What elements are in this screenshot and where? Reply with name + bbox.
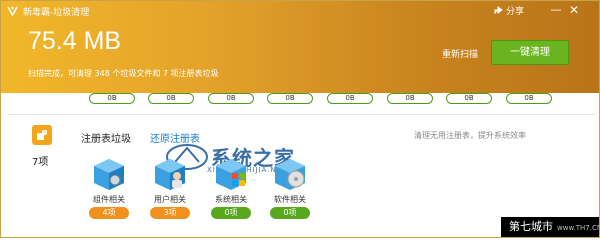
scan-summary-text: 扫描完成，可清理 348 个垃圾文件和 7 项注册表垃圾 [28,69,219,78]
item-system[interactable]: 系统相关 0项 [203,156,259,222]
item-count-badge: 0项 [211,207,251,219]
size-pill: 0B [267,93,313,104]
section-divider [7,114,595,115]
item-count-badge: 3项 [150,207,190,219]
size-pill: 0B [327,93,373,104]
category-count: 7项 [32,157,49,168]
corner-watermark-url: www.TH7.CN [557,224,600,232]
size-pill: 0B [148,93,194,104]
share-button[interactable]: 分享 [494,4,524,17]
size-pill: 0B [446,93,492,104]
title-bar: 新毒霸-垃圾清理 分享 — ✕ [1,1,599,21]
size-pill: 0B [89,93,135,104]
share-icon [494,6,503,14]
tab-registry-junk[interactable]: 注册表垃圾 [81,130,131,145]
corner-watermark: 第七城市 www.TH7.CN [501,217,599,237]
close-button[interactable]: ✕ [567,3,581,17]
junk-size-value: 75.4 MB [28,27,122,55]
item-label: 用户相关 [154,195,186,204]
user-cube-icon [155,159,185,190]
item-software[interactable]: 软件相关 0项 [262,156,318,222]
software-disc-icon [275,159,305,190]
item-label: 组件相关 [93,195,125,204]
component-cube-icon [94,159,124,190]
size-pill: 0B [208,93,254,104]
item-user[interactable]: 用户相关 3项 [142,156,198,222]
item-label: 软件相关 [274,195,306,204]
size-pill: 0B [506,93,552,104]
window-title: 新毒霸-垃圾清理 [23,8,90,18]
item-label: 系统相关 [215,195,247,204]
item-component[interactable]: 组件相关 4项 [81,156,137,222]
registry-category-icon [32,125,52,145]
rescan-link[interactable]: 重新扫描 [442,47,478,60]
minimize-button[interactable]: — [549,3,563,17]
item-count-badge: 0项 [270,207,310,219]
header-banner: 新毒霸-垃圾清理 分享 — ✕ 75.4 MB 扫描完成，可清理 348 个垃圾… [1,1,599,93]
size-pill-row: 0B 0B 0B 0B 0B 0B 0B 0B [1,93,599,107]
corner-watermark-text: 第七城市 [509,220,553,233]
size-pill: 0B [387,93,433,104]
one-click-clean-button[interactable]: 一键清理 [491,40,569,65]
share-label: 分享 [506,7,525,17]
item-count-badge: 4项 [89,207,129,219]
category-description: 清理无用注册表，提升系统效率 [414,131,526,140]
windows-system-icon [216,159,246,190]
cleaner-window: 新毒霸-垃圾清理 分享 — ✕ 75.4 MB 扫描完成，可清理 348 个垃圾… [0,0,600,238]
app-logo-icon [7,6,18,16]
